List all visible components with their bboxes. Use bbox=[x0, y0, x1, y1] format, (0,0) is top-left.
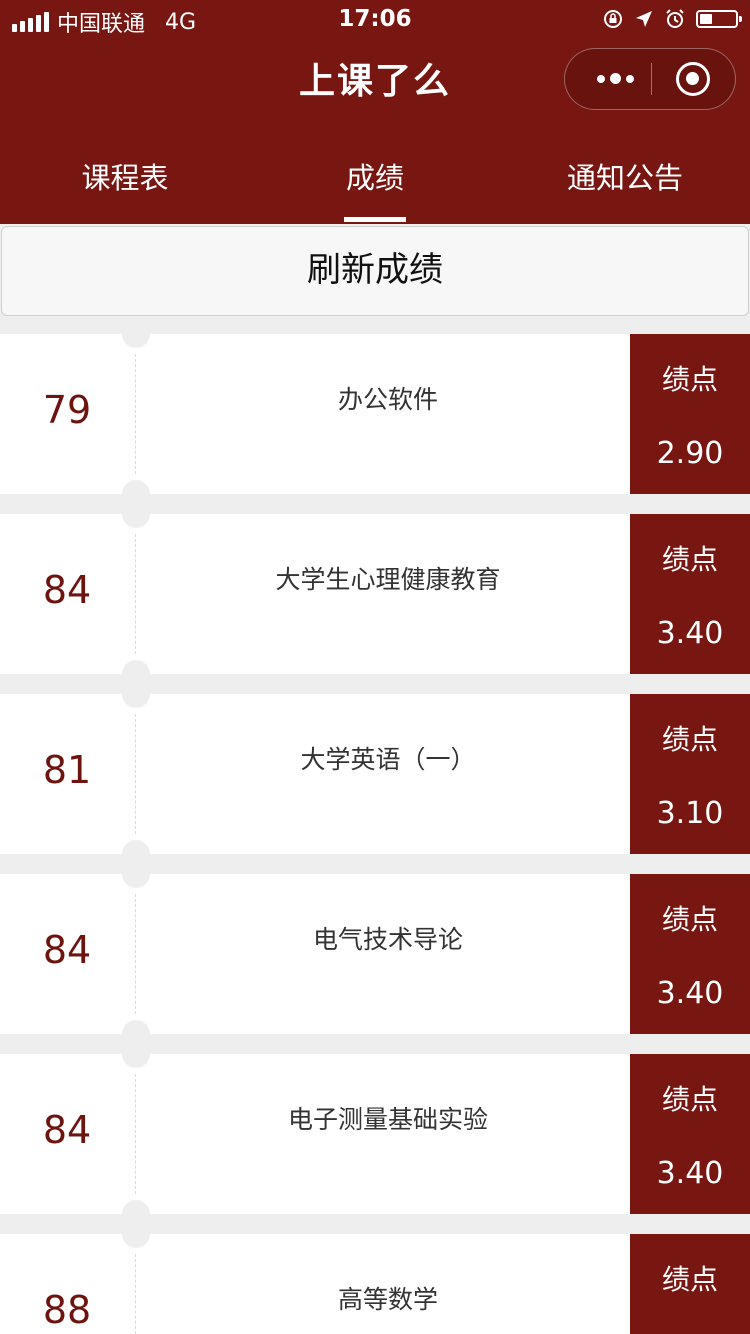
card-divider bbox=[135, 1254, 136, 1334]
grade-point-value: 2.90 bbox=[656, 436, 724, 471]
close-target-icon[interactable] bbox=[676, 62, 710, 96]
score: 84 bbox=[42, 568, 92, 612]
miniprogram-capsule bbox=[564, 48, 736, 110]
course-name: 办公软件 bbox=[337, 385, 438, 414]
course-name: 大学生心理健康教育 bbox=[275, 565, 501, 594]
tab-bar: 课程表 成绩 通知公告 bbox=[0, 150, 750, 224]
grade-point-box: 绩点 bbox=[630, 1234, 750, 1334]
grade-card[interactable]: 84 电气技术导论 绩点 3.40 bbox=[0, 860, 750, 1048]
card-notch bbox=[122, 680, 150, 708]
grade-card[interactable]: 79 办公软件 绩点 2.90 bbox=[0, 320, 750, 508]
grade-point-label: 绩点 bbox=[661, 723, 718, 756]
grade-card[interactable]: 84 大学生心理健康教育 绩点 3.40 bbox=[0, 500, 750, 688]
tab-label: 成绩 bbox=[345, 161, 404, 195]
card-divider bbox=[135, 1074, 136, 1194]
score: 84 bbox=[42, 928, 92, 972]
card-notch bbox=[122, 860, 150, 888]
grade-point-box: 绩点 3.40 bbox=[630, 874, 750, 1034]
score: 88 bbox=[42, 1288, 92, 1332]
grade-card[interactable]: 84 电子测量基础实验 绩点 3.40 bbox=[0, 1040, 750, 1228]
grade-point-box: 绩点 2.90 bbox=[630, 334, 750, 494]
card-divider bbox=[135, 894, 136, 1014]
card-notch bbox=[122, 320, 150, 348]
course-name: 高等数学 bbox=[337, 1285, 438, 1314]
card-divider bbox=[135, 714, 136, 834]
course-name: 电子测量基础实验 bbox=[287, 1105, 488, 1134]
battery-icon bbox=[696, 10, 742, 28]
grade-point-value: 3.40 bbox=[656, 976, 724, 1011]
header: 中国联通 4G 17:06 上课了么 课程表 成绩 通知公告 bbox=[0, 0, 750, 224]
grade-point-box: 绩点 3.40 bbox=[630, 1054, 750, 1214]
score: 81 bbox=[42, 748, 92, 792]
grade-point-label: 绩点 bbox=[661, 363, 718, 396]
tab-schedule[interactable]: 课程表 bbox=[0, 150, 250, 197]
grade-point-label: 绩点 bbox=[661, 543, 718, 576]
tab-notices[interactable]: 通知公告 bbox=[500, 150, 750, 197]
grade-point-label: 绩点 bbox=[661, 1263, 718, 1296]
course-name: 大学英语（一） bbox=[300, 745, 476, 774]
card-notch bbox=[122, 500, 150, 528]
card-divider bbox=[135, 354, 136, 474]
tab-label: 课程表 bbox=[81, 161, 169, 195]
grade-point-label: 绩点 bbox=[661, 1083, 718, 1116]
grade-point-label: 绩点 bbox=[661, 903, 718, 936]
grade-card[interactable]: 81 大学英语（一） 绩点 3.10 bbox=[0, 680, 750, 868]
capsule-divider bbox=[651, 63, 652, 95]
grade-card[interactable]: 88 高等数学 绩点 bbox=[0, 1220, 750, 1334]
status-right bbox=[602, 8, 742, 30]
score: 84 bbox=[42, 1108, 92, 1152]
status-bar: 中国联通 4G 17:06 bbox=[0, 0, 750, 40]
location-icon bbox=[636, 11, 652, 27]
tab-label: 通知公告 bbox=[566, 161, 683, 195]
grade-point-box: 绩点 3.40 bbox=[630, 514, 750, 674]
rotation-lock-icon bbox=[604, 10, 622, 28]
card-notch bbox=[122, 1220, 150, 1248]
card-notch bbox=[122, 1040, 150, 1068]
score: 79 bbox=[42, 388, 92, 432]
grade-point-value: 3.40 bbox=[656, 616, 724, 651]
alarm-icon bbox=[666, 9, 684, 28]
course-name: 电气技术导论 bbox=[312, 925, 463, 954]
refresh-grades-button[interactable]: 刷新成绩 bbox=[1, 226, 749, 316]
more-icon[interactable] bbox=[585, 49, 645, 108]
active-tab-indicator bbox=[344, 217, 406, 222]
grade-point-value: 3.10 bbox=[656, 796, 724, 831]
grade-point-box: 绩点 3.10 bbox=[630, 694, 750, 854]
grade-point-value: 3.40 bbox=[656, 1156, 724, 1191]
tab-grades[interactable]: 成绩 bbox=[250, 150, 500, 222]
card-divider bbox=[135, 534, 136, 654]
